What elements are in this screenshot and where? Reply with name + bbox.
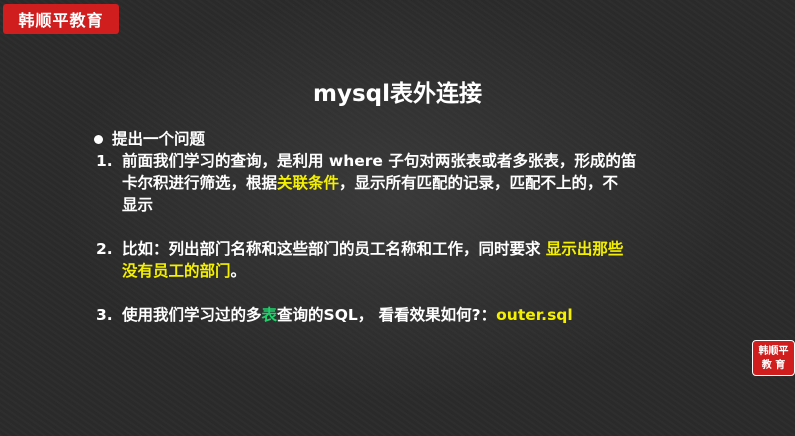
item-number: 2. xyxy=(96,240,113,258)
slide: 韩顺平教育 mysql表外连接 提出一个问题 1. 前面我们学习的查询，是利用 … xyxy=(0,0,795,436)
item-text: 使用我们学习过的多表查询的SQL， 看看效果如何?：outer.sql xyxy=(122,304,736,326)
slide-title: mysql表外连接 xyxy=(313,81,482,107)
item-text-part: 。 xyxy=(230,262,247,280)
item-text: 比如：列出部门名称和这些部门的员工名称和工作，同时要求 显示出那些 没有员工的部… xyxy=(122,238,736,282)
slide-content: 提出一个问题 1. 前面我们学习的查询，是利用 where 子句对两张表或者多张… xyxy=(94,128,736,326)
corner-logo-line: 教 育 xyxy=(761,360,786,371)
item-text-part: 使用我们学习过的多 xyxy=(122,306,262,324)
item-number: 3. xyxy=(96,306,113,324)
list-item: 1. 前面我们学习的查询，是利用 where 子句对两张表或者多张表，形成的笛 … xyxy=(96,150,736,216)
item-number: 1. xyxy=(96,152,113,170)
highlight-text: 关联条件 xyxy=(277,174,340,192)
corner-logo-line: 韩顺平 xyxy=(758,346,789,357)
bullet-heading: 提出一个问题 xyxy=(94,128,736,150)
item-text-line: 前面我们学习的查询，是利用 where 子句对两张表或者多张表，形成的笛 xyxy=(122,152,637,170)
item-text-line: 显示 xyxy=(122,196,154,214)
bullet-text: 提出一个问题 xyxy=(112,130,206,148)
highlight-text: 没有员工的部门 xyxy=(122,262,231,280)
item-text-part: 比如：列出部门名称和这些部门的员工名称和工作，同时要求 xyxy=(122,240,546,258)
item-text-line: 卡尔积进行筛选，根据 xyxy=(122,174,278,192)
brand-name: 韩顺平教育 xyxy=(18,11,104,30)
item-text-line: ，显示所有匹配的记录，匹配不上的，不 xyxy=(339,174,619,192)
bullet-dot-icon xyxy=(94,134,103,144)
corner-logo: 韩顺平 教 育 xyxy=(752,340,795,376)
highlight-text: 显示出那些 xyxy=(545,240,624,258)
cursor-highlight-text: 表 xyxy=(261,306,278,324)
item-text-part: 查询的SQL， 看看效果如何?： xyxy=(277,306,497,324)
list-item: 2. 比如：列出部门名称和这些部门的员工名称和工作，同时要求 显示出那些 没有员… xyxy=(96,238,736,282)
list-item: 3. 使用我们学习过的多表查询的SQL， 看看效果如何?：outer.sql xyxy=(96,304,736,326)
highlight-filename: outer.sql xyxy=(496,306,573,324)
item-text: 前面我们学习的查询，是利用 where 子句对两张表或者多张表，形成的笛 卡尔积… xyxy=(122,150,736,216)
brand-badge: 韩顺平教育 xyxy=(3,4,119,34)
